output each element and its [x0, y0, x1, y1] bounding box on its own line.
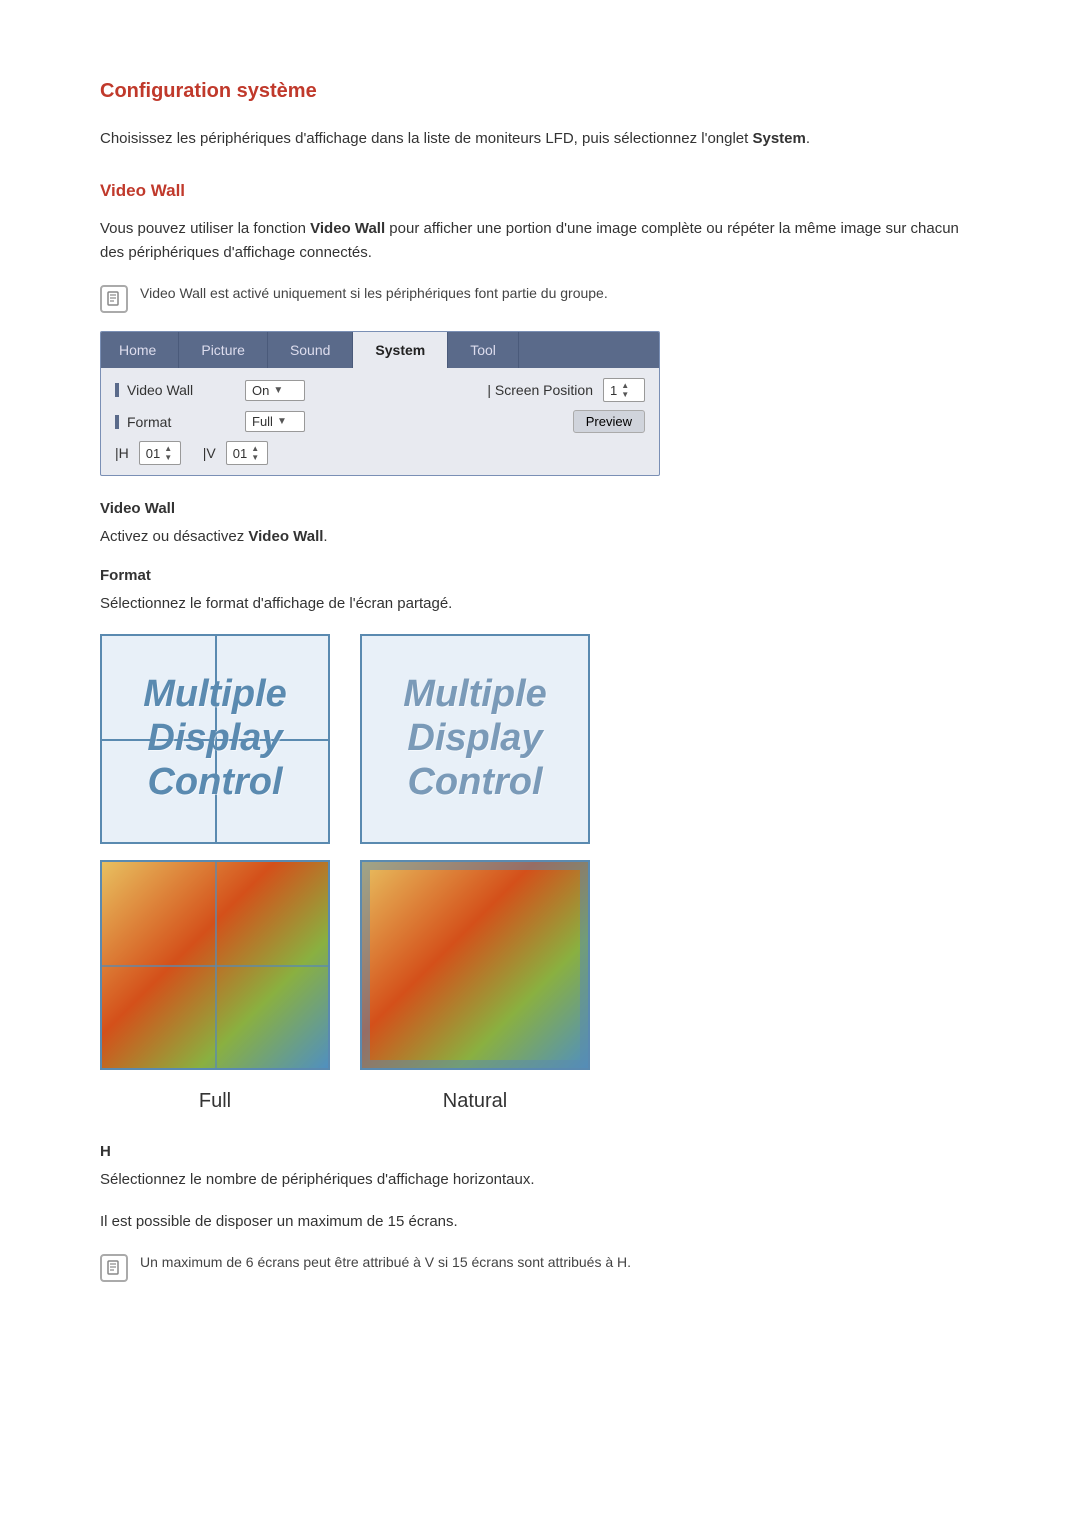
h-arrows: ▲ ▼: [164, 444, 172, 462]
pencil-icon-2: [105, 1259, 123, 1277]
sub-desc-videowall: Activez ou désactivez Video Wall.: [100, 525, 980, 549]
desc-start: Vous pouvez utiliser la fonction: [100, 220, 310, 237]
h-note-text: Un maximum de 6 écrans peut être attribu…: [140, 1252, 631, 1273]
sp-number: 1: [610, 383, 617, 398]
note-text: Video Wall est activé uniquement si les …: [140, 283, 608, 304]
desc-bold: Video Wall: [310, 220, 385, 237]
note-box: Video Wall est activé uniquement si les …: [100, 283, 980, 313]
arrow-up-icon: ▲: [621, 381, 629, 390]
full-column: MultipleDisplayControl Full: [100, 634, 330, 1113]
vw-desc-bold: Video Wall: [248, 528, 323, 545]
natural-column: MultipleDisplayControl Natural: [360, 634, 590, 1113]
mdc-natural-graphic: MultipleDisplayControl: [360, 634, 590, 844]
section-title-videowall: Video Wall: [100, 181, 980, 201]
format-value: Full: [252, 414, 273, 429]
note-icon: [100, 285, 128, 313]
panel-row-format: Format Full ▼ Preview: [115, 410, 645, 433]
h-desc-1: Sélectionnez le nombre de périphériques …: [100, 1168, 980, 1192]
mdc-full-text: MultipleDisplayControl: [143, 673, 287, 804]
arrow-down-icon-h: ▼: [164, 453, 172, 462]
pencil-icon: [105, 290, 123, 308]
sub-label-format: Format: [100, 567, 980, 584]
arrow-up-icon-v: ▲: [251, 444, 259, 453]
h-number: 01: [146, 446, 160, 461]
v-label: |V: [203, 445, 216, 461]
v-number: 01: [233, 446, 247, 461]
v-value[interactable]: 01 ▲ ▼: [226, 441, 268, 465]
format-select[interactable]: Full ▼: [245, 411, 305, 432]
screen-position-value[interactable]: 1 ▲ ▼: [603, 378, 645, 402]
h-value[interactable]: 01 ▲ ▼: [139, 441, 181, 465]
panel-row-hv: |H 01 ▲ ▼ |V 01 ▲ ▼: [115, 441, 645, 465]
videowall-description: Vous pouvez utiliser la fonction Video W…: [100, 217, 980, 265]
sub-label-videowall: Video Wall: [100, 500, 980, 517]
flower-natural-image: [360, 860, 590, 1070]
label-bar: [115, 383, 119, 397]
panel-tabs: Home Picture Sound System Tool: [101, 332, 659, 368]
intro-text: Choisissez les périphériques d'affichage…: [100, 130, 752, 147]
caption-full: Full: [199, 1090, 231, 1113]
panel-body: Video Wall On ▼ | Screen Position 1 ▲ ▼: [101, 368, 659, 475]
panel-right-2: Preview: [573, 410, 645, 433]
videowall-value: On: [252, 383, 269, 398]
v-arrows: ▲ ▼: [251, 444, 259, 462]
h-section-label: H: [100, 1143, 980, 1160]
vw-desc-start: Activez ou désactivez: [100, 528, 248, 545]
screen-position-label: | Screen Position: [487, 382, 593, 398]
h-note-box: Un maximum de 6 écrans peut être attribu…: [100, 1252, 980, 1282]
format-image-grid: MultipleDisplayControl Full MultipleDisp…: [100, 634, 980, 1113]
ui-panel: Home Picture Sound System Tool Video Wal…: [100, 331, 660, 476]
h-note-icon: [100, 1254, 128, 1282]
arrow-down-icon-v: ▼: [251, 453, 259, 462]
panel-label-format: Format: [115, 414, 235, 430]
panel-row-videowall: Video Wall On ▼ | Screen Position 1 ▲ ▼: [115, 378, 645, 402]
arrow-down-icon: ▼: [621, 390, 629, 399]
chevron-down-icon-2: ▼: [277, 416, 287, 427]
videowall-label: Video Wall: [127, 382, 193, 398]
label-bar-2: [115, 415, 119, 429]
chevron-down-icon: ▼: [273, 385, 283, 396]
tab-picture[interactable]: Picture: [179, 332, 268, 368]
page-title: Configuration système: [100, 80, 980, 103]
panel-right-1: | Screen Position 1 ▲ ▼: [487, 378, 645, 402]
vw-desc-end: .: [323, 528, 327, 545]
flower-full-image: [100, 860, 330, 1070]
preview-button[interactable]: Preview: [573, 410, 645, 433]
number-arrows: ▲ ▼: [621, 381, 629, 399]
tab-system[interactable]: System: [353, 332, 448, 368]
videowall-select[interactable]: On ▼: [245, 380, 305, 401]
panel-label-videowall: Video Wall: [115, 382, 235, 398]
intro-end: .: [806, 130, 810, 147]
intro-bold: System: [752, 130, 805, 147]
tab-tool[interactable]: Tool: [448, 332, 519, 368]
intro-paragraph: Choisissez les périphériques d'affichage…: [100, 127, 980, 151]
mdc-natural-text: MultipleDisplayControl: [403, 673, 547, 804]
tab-home[interactable]: Home: [101, 332, 179, 368]
mdc-full-graphic: MultipleDisplayControl: [100, 634, 330, 844]
sub-desc-format: Sélectionnez le format d'affichage de l'…: [100, 592, 980, 616]
format-label: Format: [127, 414, 171, 430]
tab-sound[interactable]: Sound: [268, 332, 353, 368]
h-desc-2: Il est possible de disposer un maximum d…: [100, 1210, 980, 1234]
h-label: |H: [115, 445, 129, 461]
arrow-up-icon-h: ▲: [164, 444, 172, 453]
caption-natural: Natural: [443, 1090, 507, 1113]
